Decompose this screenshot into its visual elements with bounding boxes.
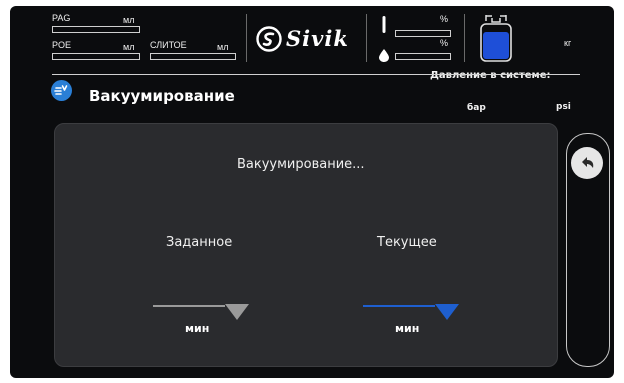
current-unit: мин xyxy=(395,322,420,335)
header-divider xyxy=(246,14,247,62)
pressure-unit-bar: бар xyxy=(467,103,486,113)
back-button[interactable] xyxy=(571,147,603,179)
header-divider xyxy=(52,74,580,75)
drained-level-bar xyxy=(150,53,236,60)
vacuum-panel: Вакуумирование... Заданное мин Текущее м… xyxy=(54,123,558,367)
refrigerant-tank-icon xyxy=(478,13,514,63)
poe-unit: мл xyxy=(123,42,135,52)
tank-unit: кг xyxy=(564,38,572,48)
back-arrow-icon xyxy=(582,157,594,168)
pag-unit: мл xyxy=(123,15,135,25)
pag-label: PAG xyxy=(52,13,71,23)
header-divider xyxy=(464,14,465,62)
current-label: Текущее xyxy=(377,235,437,250)
poe-label: POE xyxy=(52,40,72,50)
brand-name: Sivik xyxy=(286,26,349,51)
setpoint-label: Заданное xyxy=(166,235,233,250)
header-divider xyxy=(366,14,367,62)
humidity-unit: % xyxy=(440,38,449,48)
poe-level-bar xyxy=(52,53,140,60)
sivik-logo-icon xyxy=(256,26,282,52)
setpoint-unit: мин xyxy=(185,322,210,335)
device-screen: PAG мл POE мл СЛИТОЕ мл Sivik % % кг Дав… xyxy=(10,6,614,378)
pag-level-bar xyxy=(52,26,140,33)
page-title: Вакуумирование xyxy=(89,87,235,105)
pressure-unit-psi: psi xyxy=(556,102,571,112)
thermometer-icon xyxy=(381,16,387,33)
current-value-field xyxy=(363,305,435,307)
status-text: Вакуумирование... xyxy=(237,157,365,172)
humidity-gauge-bar xyxy=(395,53,451,60)
vacuum-icon xyxy=(51,80,72,101)
temperature-gauge-bar xyxy=(395,30,451,37)
system-pressure-title: Давление в системе: xyxy=(430,70,551,81)
setpoint-value-field[interactable] xyxy=(153,305,225,307)
drained-unit: мл xyxy=(217,42,229,52)
setpoint-dropdown-icon[interactable] xyxy=(225,304,249,320)
current-dropdown-icon xyxy=(435,304,459,320)
temperature-unit: % xyxy=(440,14,449,24)
drained-label: СЛИТОЕ xyxy=(150,40,187,50)
drop-icon xyxy=(379,47,389,62)
